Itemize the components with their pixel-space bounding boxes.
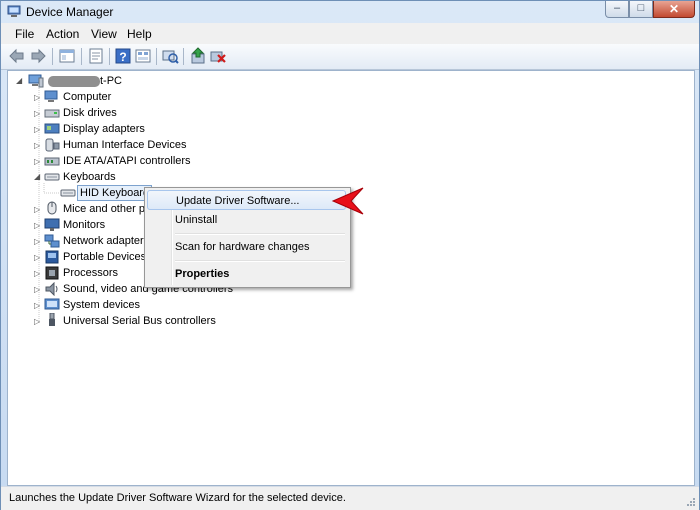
device-manager-icon (7, 5, 21, 17)
forward-icon[interactable] (29, 47, 47, 65)
context-menu: Update Driver Software... Uninstall Scan… (144, 187, 351, 288)
expand-icon[interactable]: ▷ (34, 285, 42, 294)
scan-hardware-icon[interactable] (161, 47, 179, 65)
menu-view[interactable]: View (91, 27, 117, 41)
expand-icon[interactable]: ▷ (34, 125, 42, 134)
mouse-icon (47, 201, 57, 215)
system-icon (44, 298, 60, 310)
update-driver-icon[interactable] (189, 47, 207, 65)
tree-item-label: Disk drives (63, 107, 117, 119)
monitor-icon (44, 218, 60, 231)
hid-icon (45, 138, 60, 152)
close-button[interactable]: ✕ (653, 1, 695, 18)
device-tree[interactable]: ◢ t-PC ▷ Computer ▷ Disk drives ▷ Displa… (7, 70, 695, 486)
device-manager-window: Device Manager – □ ✕ File Action View He… (0, 0, 700, 510)
toolbar-separator (81, 48, 82, 65)
sound-icon (45, 282, 58, 296)
toolbar-separator (183, 48, 184, 65)
svg-text:?: ? (119, 50, 126, 64)
menu-item-label: Uninstall (175, 214, 218, 226)
menu-separator (175, 233, 345, 235)
menu-item-label: Update Driver Software... (176, 195, 300, 207)
selected-device-label: HID Keyboard (77, 185, 153, 201)
expand-icon[interactable]: ▷ (34, 237, 42, 246)
menu-action[interactable]: Action (46, 27, 79, 41)
expand-icon[interactable]: ▷ (34, 253, 42, 262)
computer-root-icon (28, 74, 44, 88)
tree-item-label: Computer (63, 91, 112, 103)
close-icon: ✕ (668, 2, 680, 16)
menu-help[interactable]: Help (127, 27, 152, 41)
uninstall-icon[interactable] (209, 47, 227, 65)
tree-item-label: Portable Devices (63, 251, 147, 263)
menu-file[interactable]: File (15, 27, 34, 41)
properties-icon[interactable] (87, 47, 105, 65)
expand-icon[interactable]: ▷ (34, 205, 42, 214)
up-icon[interactable] (58, 47, 76, 65)
minimize-button[interactable]: – (605, 1, 629, 18)
tree-item-label: Monitors (63, 219, 106, 231)
minimize-icon: – (613, 2, 621, 14)
expand-icon[interactable]: ▷ (34, 93, 42, 102)
tree-item-label: Network adapters (63, 235, 150, 247)
network-icon (44, 234, 60, 248)
ide-icon (44, 157, 60, 166)
menu-scan-hardware[interactable]: Scan for hardware changes (147, 237, 346, 257)
keyboard-icon (60, 189, 76, 197)
menu-item-label: Properties (175, 268, 230, 280)
usb-icon (49, 313, 55, 326)
status-bar: Launches the Update Driver Software Wiza… (1, 486, 699, 510)
menu-separator (175, 260, 345, 262)
toolbar-separator (156, 48, 157, 65)
tree-item-label: Processors (63, 267, 119, 279)
expand-icon[interactable]: ▷ (34, 141, 42, 150)
menu-properties[interactable]: Properties (147, 264, 346, 284)
expand-icon[interactable]: ▷ (34, 269, 42, 278)
tree-item-label: Mice and other p (63, 203, 145, 215)
tree-item-label: Keyboards (63, 171, 116, 183)
menu-uninstall[interactable]: Uninstall (147, 210, 346, 230)
toolbar-separator (52, 48, 53, 65)
expand-icon[interactable]: ▷ (34, 221, 42, 230)
collapse-icon[interactable]: ◢ (34, 172, 42, 181)
tree-item-label: System devices (63, 299, 141, 311)
window-title: Device Manager (26, 5, 114, 19)
display-icon (44, 123, 60, 134)
redacted-computer-name (48, 76, 100, 87)
processor-icon (45, 266, 59, 280)
back-icon[interactable] (8, 47, 26, 65)
expand-icon[interactable]: ▷ (34, 157, 42, 166)
keyboard-icon (44, 173, 60, 181)
toolbar-separator (109, 48, 110, 65)
expand-icon[interactable]: ▷ (34, 301, 42, 310)
tree-item-label: Universal Serial Bus controllers (63, 315, 216, 327)
menu-update-driver-software[interactable]: Update Driver Software... (147, 190, 346, 210)
maximize-button[interactable]: □ (629, 1, 653, 18)
view-icon[interactable] (134, 47, 152, 65)
disk-icon (44, 109, 60, 118)
expand-icon[interactable]: ▷ (34, 109, 42, 118)
status-text: Launches the Update Driver Software Wiza… (9, 492, 346, 504)
tree-item-label: IDE ATA/ATAPI controllers (63, 155, 191, 167)
tree-item-label: Human Interface Devices (63, 139, 187, 151)
menu-item-label: Scan for hardware changes (175, 241, 310, 253)
expand-icon[interactable]: ▷ (34, 317, 42, 326)
red-pointer-arrow-icon (331, 187, 364, 215)
resize-grip-icon[interactable] (686, 497, 696, 507)
collapse-icon[interactable]: ◢ (16, 76, 24, 85)
root-label: t-PC (100, 75, 122, 87)
tree-item-label: Display adapters (63, 123, 145, 135)
title-bar[interactable]: Device Manager – □ ✕ (1, 1, 699, 23)
menu-bar: File Action View Help (1, 23, 699, 45)
computer-icon (44, 90, 58, 102)
help-icon[interactable]: ? (114, 47, 132, 65)
caption-buttons: – □ ✕ (605, 1, 695, 19)
maximize-icon: □ (637, 2, 645, 14)
toolbar: ? (1, 44, 699, 70)
portable-icon (45, 250, 59, 264)
